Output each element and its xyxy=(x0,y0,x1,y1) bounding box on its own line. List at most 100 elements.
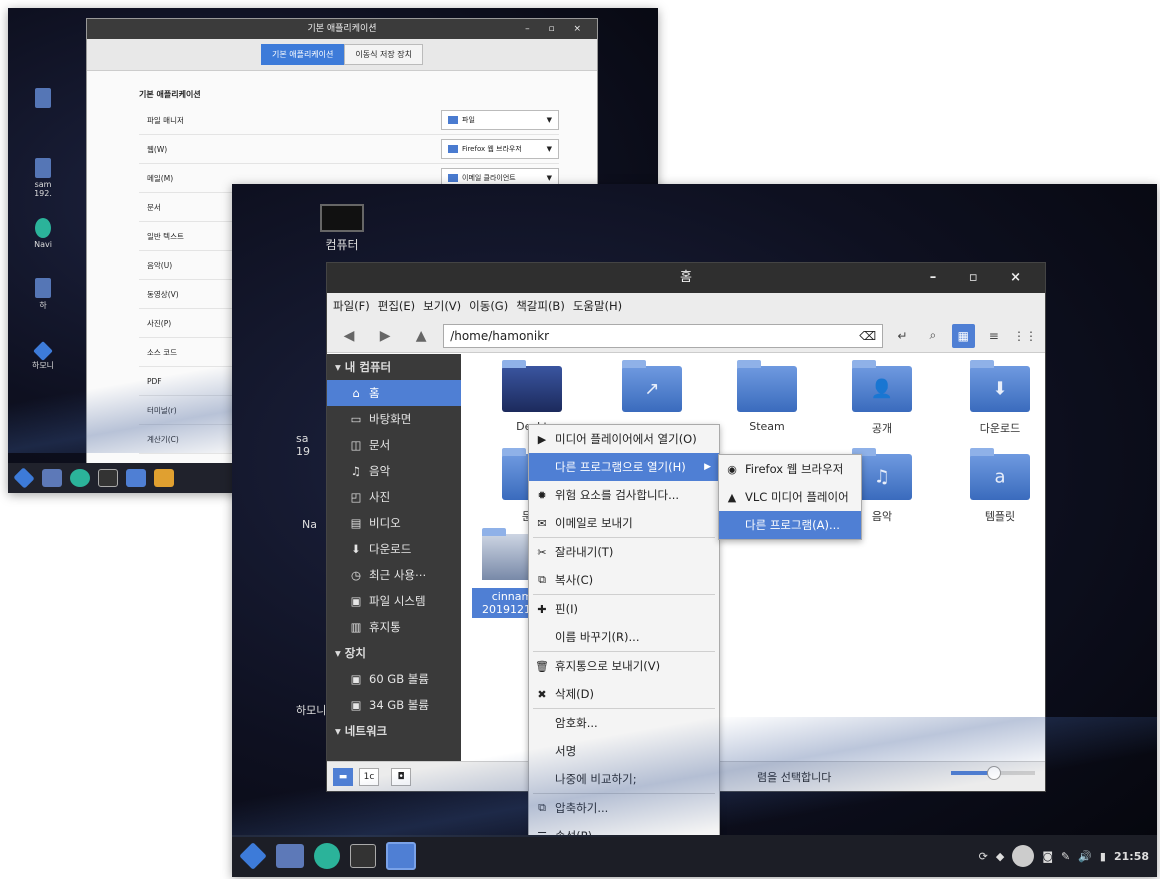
list-view-icon[interactable]: ≡ xyxy=(983,324,1005,348)
statusbar: ▬ 1c ◘ 렴을 선택합니다 xyxy=(327,761,1045,791)
desktop-icon[interactable] xyxy=(42,469,62,487)
app-dropdown[interactable]: 파일 ▼ xyxy=(441,110,559,130)
sidebar-item-icon: ◰ xyxy=(350,490,362,504)
sidebar-item[interactable]: ▣ 파일 시스템 xyxy=(327,588,461,614)
context-menu-item[interactable]: ✹ 위험 요소를 검사합니다... xyxy=(529,481,719,509)
terminal-icon[interactable] xyxy=(98,469,118,487)
icon-view-icon[interactable]: ▦ xyxy=(952,323,975,348)
context-menu-item[interactable]: 다른 프로그램으로 열기(H) ▶ xyxy=(529,453,719,481)
places-toggle[interactable]: ▬ xyxy=(333,767,353,786)
context-menu-item[interactable]: ⧉ 복사(C) xyxy=(529,566,719,594)
context-menu-item[interactable]: 암호화... xyxy=(529,709,719,737)
browser-icon[interactable] xyxy=(70,469,90,487)
desktop-icon[interactable]: Navi xyxy=(8,218,78,249)
context-menu-item[interactable]: ⧉ 압축하기... xyxy=(529,794,719,822)
sidebar-item[interactable]: ◷ 최근 사용⋯ xyxy=(327,562,461,588)
context-menu-item[interactable]: ▶ 미디어 플레이어에서 열기(O) xyxy=(529,425,719,453)
menu-item[interactable]: 편집(E) xyxy=(378,298,415,314)
desktop-icon[interactable]: sam 192. xyxy=(8,158,78,198)
up-arrow-icon[interactable]: ▲ xyxy=(407,328,435,344)
shield-icon[interactable]: ◆ xyxy=(996,850,1004,863)
menu-item-label: 위험 요소를 검사합니다... xyxy=(555,488,680,502)
back-arrow-icon[interactable]: ◀ xyxy=(335,328,363,344)
file-item[interactable]: 👤 공개 xyxy=(842,360,922,436)
file-item[interactable]: Deskt xyxy=(492,360,572,433)
context-menu-item[interactable]: ✖ 삭제(D) xyxy=(529,680,719,708)
clock[interactable]: 21:58 xyxy=(1114,850,1149,863)
window-controls[interactable]: – ▫ × xyxy=(525,19,589,39)
compact-view-icon[interactable]: ⋮⋮ xyxy=(1013,324,1037,348)
tab-removable-storage[interactable]: 이동식 저장 장치 xyxy=(344,44,424,65)
app-icon[interactable] xyxy=(154,469,174,487)
submenu-item[interactable]: ▲ VLC 미디어 플레이어 xyxy=(719,483,861,511)
menu-item[interactable]: 책갈피(B) xyxy=(516,298,565,314)
sidebar-heading-network[interactable]: ▾ 네트워크 xyxy=(327,718,461,744)
folder-icon[interactable] xyxy=(386,842,416,870)
sidebar-item[interactable]: ⬇ 다운로드 xyxy=(327,536,461,562)
location-bar[interactable]: /home/hamonikr ⌫ xyxy=(443,323,884,348)
sidebar-item[interactable]: ⌂ 홈 xyxy=(327,380,461,406)
zoom-slider[interactable] xyxy=(951,766,1035,780)
context-menu-item[interactable]: 서명 xyxy=(529,737,719,765)
file-item[interactable]: Steam xyxy=(727,360,807,433)
context-menu-item[interactable]: ✚ 핀(I) xyxy=(529,595,719,623)
search-icon[interactable]: ⌕ xyxy=(922,324,944,348)
tree-toggle[interactable]: 1c xyxy=(359,767,379,786)
file-item[interactable]: ↗ xyxy=(612,360,692,420)
context-menu-item[interactable]: 이름 바꾸기(R)... xyxy=(529,623,719,651)
screenshot-icon[interactable]: ◙ xyxy=(1042,850,1053,863)
submenu-item[interactable]: 다른 프로그램(A)... xyxy=(719,511,861,539)
clear-icon[interactable]: ⌫ xyxy=(859,329,876,343)
sidebar-item[interactable]: ▥ 휴지통 xyxy=(327,614,461,640)
menu-item[interactable]: 보기(V) xyxy=(423,298,461,314)
drive-icon: ▣ xyxy=(350,698,362,712)
sidebar-heading-computer[interactable]: ▾ 내 컴퓨터 xyxy=(327,354,461,380)
user-icon[interactable] xyxy=(1012,845,1035,867)
tab-default-apps[interactable]: 기본 애플리케이션 xyxy=(260,44,345,65)
terminal-icon[interactable] xyxy=(350,844,376,868)
pen-icon[interactable]: ✎ xyxy=(1061,850,1070,863)
battery-icon[interactable]: ▮ xyxy=(1100,850,1106,863)
file-item[interactable]: ⬇ 다운로드 xyxy=(960,360,1040,436)
context-menu-item[interactable]: ✂ 잘라내기(T) xyxy=(529,538,719,566)
context-menu-item[interactable]: 🗑 휴지통으로 보내기(V) xyxy=(529,652,719,680)
desktop-icon[interactable] xyxy=(276,844,304,868)
sidebar-item[interactable]: ▣ 34 GB 볼륨 xyxy=(327,692,461,718)
context-menu-item[interactable]: 나중에 비교하기; xyxy=(529,765,719,793)
sidebar-item-label: 비디오 xyxy=(369,516,401,530)
chevron-right-icon: ▶ xyxy=(704,462,711,472)
sidebar-item[interactable]: ▣ 60 GB 볼륨 xyxy=(327,666,461,692)
browser-icon[interactable] xyxy=(314,843,340,869)
window-controls[interactable]: – ▫ × xyxy=(930,263,1035,293)
folder-icon[interactable] xyxy=(126,469,146,487)
system-tray: ⟳ ◆ ◙ ✎ 🔊 ▮ 21:58 xyxy=(979,835,1149,877)
desktop-label: sa 19 xyxy=(296,432,310,458)
file-item[interactable]: a 템플릿 xyxy=(960,448,1040,524)
front-screenshot: 컴퓨터 sa 19 Na 하모니 홈 – ▫ × 파일(F) 편집(E) 보기(V) 이… xyxy=(232,184,1157,877)
sidebar-heading-devices[interactable]: ▾ 장치 xyxy=(327,640,461,666)
sidebar-item[interactable]: ◰ 사진 xyxy=(327,484,461,510)
app-row-label: 소스 코드 xyxy=(147,347,177,357)
desktop-computer[interactable]: 컴퓨터 xyxy=(320,204,364,253)
menu-item-label: VLC 미디어 플레이어 xyxy=(745,490,849,504)
volume-icon[interactable]: 🔊 xyxy=(1078,850,1092,863)
app-dropdown[interactable]: Firefox 웹 브라우저 ▼ xyxy=(441,139,559,159)
sidebar-toggle[interactable]: ◘ xyxy=(391,767,411,786)
desktop-icon[interactable] xyxy=(8,88,78,110)
sidebar-item[interactable]: ▤ 비디오 xyxy=(327,510,461,536)
desktop-icon[interactable]: 하 xyxy=(8,278,78,311)
sidebar-item[interactable]: ♫ 음악 xyxy=(327,458,461,484)
sidebar-item[interactable]: ◫ 문서 xyxy=(327,432,461,458)
forward-arrow-icon[interactable]: ▶ xyxy=(371,328,399,344)
context-menu-item[interactable]: ✉ 이메일로 보내기 xyxy=(529,509,719,537)
menu-icon[interactable] xyxy=(239,842,267,870)
toggle-location-icon[interactable]: ↵ xyxy=(891,324,913,348)
sidebar-item[interactable]: ▭ 바탕화면 xyxy=(327,406,461,432)
desktop-icon[interactable]: 하모니 xyxy=(8,341,78,371)
menu-icon[interactable] xyxy=(13,467,35,489)
submenu-item[interactable]: ◉ Firefox 웹 브라우저 xyxy=(719,455,861,483)
update-icon[interactable]: ⟳ xyxy=(979,850,988,863)
menu-item[interactable]: 이동(G) xyxy=(469,298,508,314)
menu-item[interactable]: 도움말(H) xyxy=(573,298,622,314)
menu-item[interactable]: 파일(F) xyxy=(333,298,370,314)
